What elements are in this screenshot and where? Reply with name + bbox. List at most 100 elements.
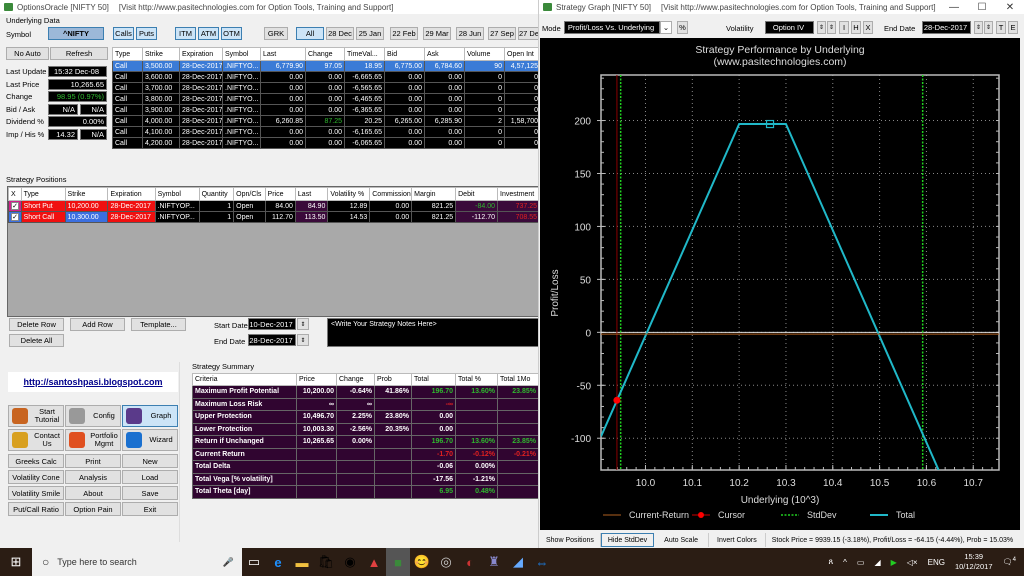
column-header[interactable]: Change	[305, 47, 345, 61]
minimize-button[interactable]: —	[939, 0, 969, 14]
language-indicator[interactable]: ENG	[928, 558, 945, 567]
table-row[interactable]: Call 3,900.00 28-Dec-2017 .NIFTYO... 0.00 0.0…	[112, 104, 541, 116]
filter-button-27-de[interactable]: 27 De	[518, 27, 540, 40]
button-about[interactable]: About	[65, 486, 121, 500]
column-header[interactable]: Commission	[369, 187, 413, 201]
percent-button[interactable]: %	[677, 21, 688, 34]
filter-button-all[interactable]: All	[296, 27, 324, 40]
taskbar-search[interactable]: ○ Type here to search 🎤	[32, 548, 242, 576]
teamviewer-icon[interactable]: ⇔	[530, 548, 554, 576]
filter-button-29-mar[interactable]: 29 Mar	[423, 27, 451, 40]
tool-button-contact-us[interactable]: Contact Us	[8, 429, 64, 451]
battery-icon[interactable]: ▭	[857, 558, 865, 567]
filter-button-27-sep[interactable]: 27 Sep	[488, 27, 516, 40]
edge-icon[interactable]: e	[266, 548, 290, 576]
tool-button-wizard[interactable]: Wizard	[122, 429, 178, 451]
table-row[interactable]: Call 4,200.00 28-Dec-2017 .NIFTYO... 0.00 0.0…	[112, 137, 541, 149]
column-header[interactable]: Expiration	[107, 187, 156, 201]
vol-i-button[interactable]: I	[839, 21, 849, 34]
microphone-icon[interactable]: 🎤	[223, 557, 234, 568]
triangle-app-icon[interactable]: ▲	[362, 548, 386, 576]
vol-x-button[interactable]: X	[863, 21, 873, 34]
button-new[interactable]: New	[122, 454, 178, 468]
column-header[interactable]: Margin	[411, 187, 457, 201]
delete-row-button[interactable]: Delete Row	[9, 318, 64, 331]
close-button[interactable]: ✕	[995, 0, 1024, 14]
table-row[interactable]: Call 3,800.00 28-Dec-2017 .NIFTYO... 0.00 0.0…	[112, 93, 541, 105]
end-date-spinner[interactable]: ⇕	[297, 334, 309, 346]
table-row[interactable]: Call 4,000.00 28-Dec-2017 .NIFTYO... 6,260.8…	[112, 115, 541, 127]
store-icon[interactable]: 🛍	[314, 548, 338, 576]
volatility-spinner-2[interactable]: ⇕	[827, 21, 836, 34]
notepad-icon[interactable]: ◢	[506, 548, 530, 576]
column-header[interactable]: Type	[112, 47, 143, 61]
end-date-spinner-2[interactable]: ⇕	[984, 21, 993, 34]
template-button[interactable]: Template...	[131, 318, 186, 331]
column-header[interactable]: Debit	[455, 187, 499, 201]
filter-button-puts[interactable]: Puts	[136, 27, 157, 40]
play-icon[interactable]: ▶	[891, 558, 897, 567]
table-row[interactable]: Call 3,600.00 28-Dec-2017 .NIFTYO... 0.00 0.0…	[112, 71, 541, 83]
button-greeks-calc[interactable]: Greeks Calc	[8, 454, 64, 468]
chevron-up-icon[interactable]: ^	[843, 558, 847, 567]
position-checkbox[interactable]: ✓	[8, 200, 22, 212]
button-volatility-cone[interactable]: Volatility Cone	[8, 470, 64, 484]
people-icon[interactable]: ጸ	[828, 557, 833, 567]
chrome-icon[interactable]: ◉	[338, 548, 362, 576]
symbol-field[interactable]: ^NIFTY	[48, 27, 104, 40]
filter-button-otm[interactable]: OTM	[221, 27, 242, 40]
tool-button-graph[interactable]: Graph	[122, 405, 178, 427]
date-t-button[interactable]: T	[996, 21, 1006, 34]
graph-end-date-field[interactable]: 28-Dec-2017	[922, 21, 971, 34]
start-date-field[interactable]: 10-Dec-2017	[248, 318, 296, 330]
volume-muted-icon[interactable]: ◁×	[907, 558, 918, 567]
button-save[interactable]: Save	[122, 486, 178, 500]
filter-button-25-jan[interactable]: 25 Jan	[356, 27, 384, 40]
filter-button-22-feb[interactable]: 22 Feb	[390, 27, 418, 40]
delete-all-button[interactable]: Delete All	[9, 334, 64, 347]
optionsoracle-taskbar-icon[interactable]: ■	[386, 548, 410, 576]
column-header[interactable]: Bid	[384, 47, 425, 61]
show-positions-button[interactable]: Show Positions	[540, 533, 601, 547]
checkbox-check-icon[interactable]: ✓	[11, 202, 19, 210]
auto-scale-button[interactable]: Auto Scale	[654, 533, 710, 547]
start-date-spinner[interactable]: ⇕	[297, 318, 309, 330]
column-header[interactable]: Volatility %	[327, 187, 371, 201]
position-checkbox[interactable]: ✓	[8, 211, 22, 223]
column-header[interactable]: Volume	[464, 47, 505, 61]
filter-button-atm[interactable]: ATM	[198, 27, 219, 40]
hide-stddev-button[interactable]: Hide StdDev	[600, 533, 655, 547]
filter-button-itm[interactable]: ITM	[175, 27, 196, 40]
button-load[interactable]: Load	[122, 470, 178, 484]
clock[interactable]: 15:39 10/12/2017	[955, 552, 993, 572]
column-header[interactable]: Expiration	[179, 47, 223, 61]
table-row[interactable]: Call 4,100.00 28-Dec-2017 .NIFTYO... 0.00 0.0…	[112, 126, 541, 138]
button-put-call-ratio[interactable]: Put/Call Ratio	[8, 502, 64, 516]
column-header[interactable]: Last	[260, 47, 306, 61]
tool-button-config[interactable]: Config	[65, 405, 121, 427]
filter-button-grk[interactable]: GRK	[264, 27, 288, 40]
button-exit[interactable]: Exit	[122, 502, 178, 516]
wifi-icon[interactable]: ◢	[874, 558, 880, 567]
button-volatility-smile[interactable]: Volatility Smile	[8, 486, 64, 500]
column-header[interactable]: Investment	[497, 187, 540, 201]
smiley-app-icon[interactable]: 😊	[410, 548, 434, 576]
invert-colors-button[interactable]: Invert Colors	[709, 533, 766, 547]
obs-icon[interactable]: ◎	[434, 548, 458, 576]
end-date-spinner-1[interactable]: ⇕	[974, 21, 983, 34]
column-header[interactable]: Strike	[142, 47, 180, 61]
button-analysis[interactable]: Analysis	[65, 470, 121, 484]
notifications-icon[interactable]: 🗨4	[1003, 557, 1017, 567]
tool-button-portfolio-mgmt[interactable]: Portfolio Mgmt	[65, 429, 121, 451]
vol-h-button[interactable]: H	[851, 21, 861, 34]
column-header[interactable]: TimeVal...	[344, 47, 385, 61]
windows-start-icon[interactable]: ⊞	[0, 548, 32, 576]
volatility-field[interactable]: Option IV	[765, 21, 814, 34]
maximize-button[interactable]: ☐	[967, 0, 997, 14]
date-e-button[interactable]: E	[1008, 21, 1018, 34]
no-auto-button[interactable]: No Auto	[6, 47, 49, 60]
filter-button-calls[interactable]: Calls	[113, 27, 134, 40]
app-icon-hat[interactable]: ♜	[482, 548, 506, 576]
blog-link[interactable]: http://santoshpasi.blogspot.com	[8, 372, 178, 392]
table-row[interactable]: Call 3,500.00 28-Dec-2017 .NIFTYO... 6,779.9…	[112, 60, 541, 72]
